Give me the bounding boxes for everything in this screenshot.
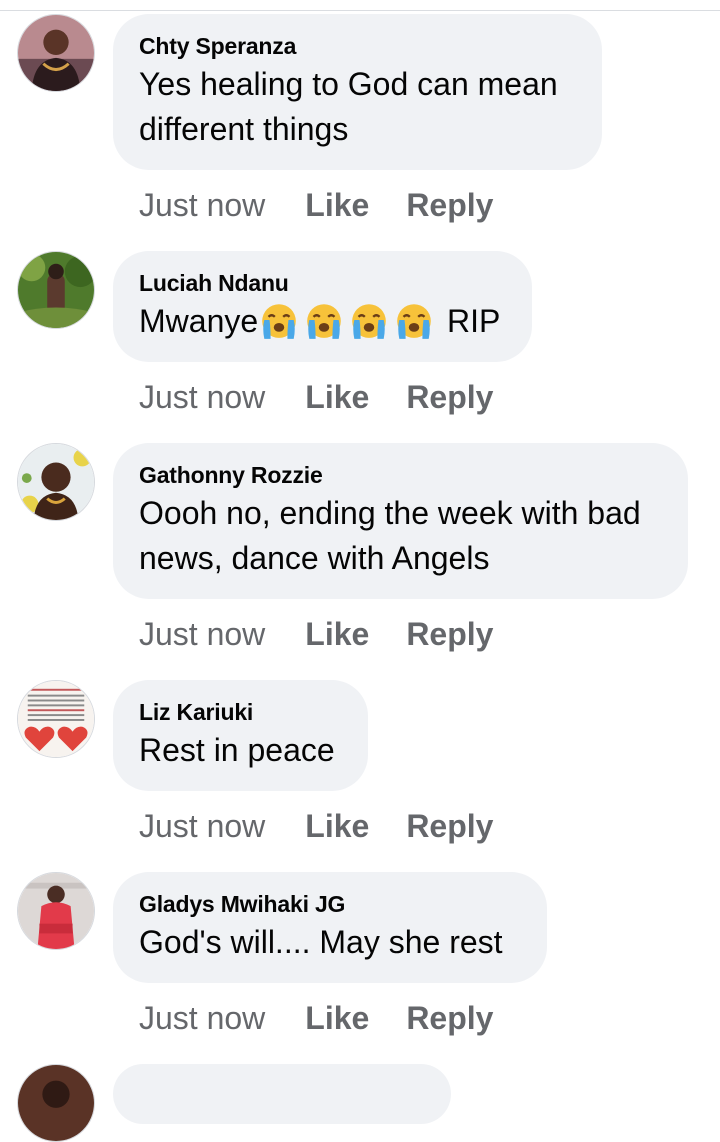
reply-button[interactable]: Reply — [406, 614, 493, 654]
like-button[interactable]: Like — [305, 185, 369, 225]
comment-text: God's will.... May she rest — [139, 920, 521, 965]
comment-text: Mwanye RIP — [139, 299, 506, 344]
comment-text-line: Yes healing to God can mean — [139, 66, 558, 102]
timestamp[interactable]: Just now — [139, 998, 265, 1038]
comment-text-line: Rest in peace — [139, 732, 335, 768]
comment-bubble: Luciah Ndanu Mwanye RIP — [113, 251, 532, 362]
like-button[interactable]: Like — [305, 614, 369, 654]
crying-face-emoji — [303, 299, 345, 341]
comment-text: Yes healing to God can mean different th… — [139, 62, 576, 152]
comment-text-line: different things — [139, 111, 349, 147]
like-button[interactable]: Like — [305, 377, 369, 417]
comment-text: Oooh no, ending the week with bad news, … — [139, 491, 662, 581]
comment-text-line: Oooh no, ending the week with bad — [139, 495, 641, 531]
comment-actions: Just now Like Reply — [139, 998, 493, 1038]
timestamp[interactable]: Just now — [139, 614, 265, 654]
avatar[interactable] — [17, 14, 95, 92]
comment-actions: Just now Like Reply — [139, 614, 493, 654]
comment-text: Rest in peace — [139, 728, 342, 773]
crying-face-emoji — [258, 299, 300, 341]
timestamp[interactable]: Just now — [139, 185, 265, 225]
comment-bubble — [113, 1064, 451, 1124]
avatar[interactable] — [17, 251, 95, 329]
avatar[interactable] — [17, 872, 95, 950]
comment-author[interactable]: Luciah Ndanu — [139, 269, 506, 297]
avatar[interactable] — [17, 680, 95, 758]
reply-button[interactable]: Reply — [406, 185, 493, 225]
reply-button[interactable]: Reply — [406, 806, 493, 846]
like-button[interactable]: Like — [305, 806, 369, 846]
comment-actions: Just now Like Reply — [139, 806, 493, 846]
reply-button[interactable]: Reply — [406, 377, 493, 417]
comment-bubble: Gathonny Rozzie Oooh no, ending the week… — [113, 443, 688, 599]
comment-text-line: news, dance with Angels — [139, 540, 490, 576]
comment-text-suffix: RIP — [438, 303, 501, 339]
comment-text-line: God's will.... May she rest — [139, 924, 503, 960]
avatar[interactable] — [17, 443, 95, 521]
timestamp[interactable]: Just now — [139, 377, 265, 417]
top-divider — [0, 10, 720, 11]
comment-author[interactable]: Gladys Mwihaki JG — [139, 890, 521, 918]
like-button[interactable]: Like — [305, 998, 369, 1038]
avatar[interactable] — [17, 1064, 95, 1142]
comment-author[interactable]: Gathonny Rozzie — [139, 461, 662, 489]
comment-author[interactable]: Liz Kariuki — [139, 698, 342, 726]
comment-bubble: Gladys Mwihaki JG God's will.... May she… — [113, 872, 547, 983]
comment-author[interactable]: Chty Speranza — [139, 32, 576, 60]
crying-face-emoji — [348, 299, 390, 341]
comment-actions: Just now Like Reply — [139, 377, 493, 417]
timestamp[interactable]: Just now — [139, 806, 265, 846]
reply-button[interactable]: Reply — [406, 998, 493, 1038]
crying-face-emoji — [393, 299, 435, 341]
comment-bubble: Liz Kariuki Rest in peace — [113, 680, 368, 791]
comment-bubble: Chty Speranza Yes healing to God can mea… — [113, 14, 602, 170]
comment-text-prefix: Mwanye — [139, 303, 259, 339]
comment-actions: Just now Like Reply — [139, 185, 493, 225]
